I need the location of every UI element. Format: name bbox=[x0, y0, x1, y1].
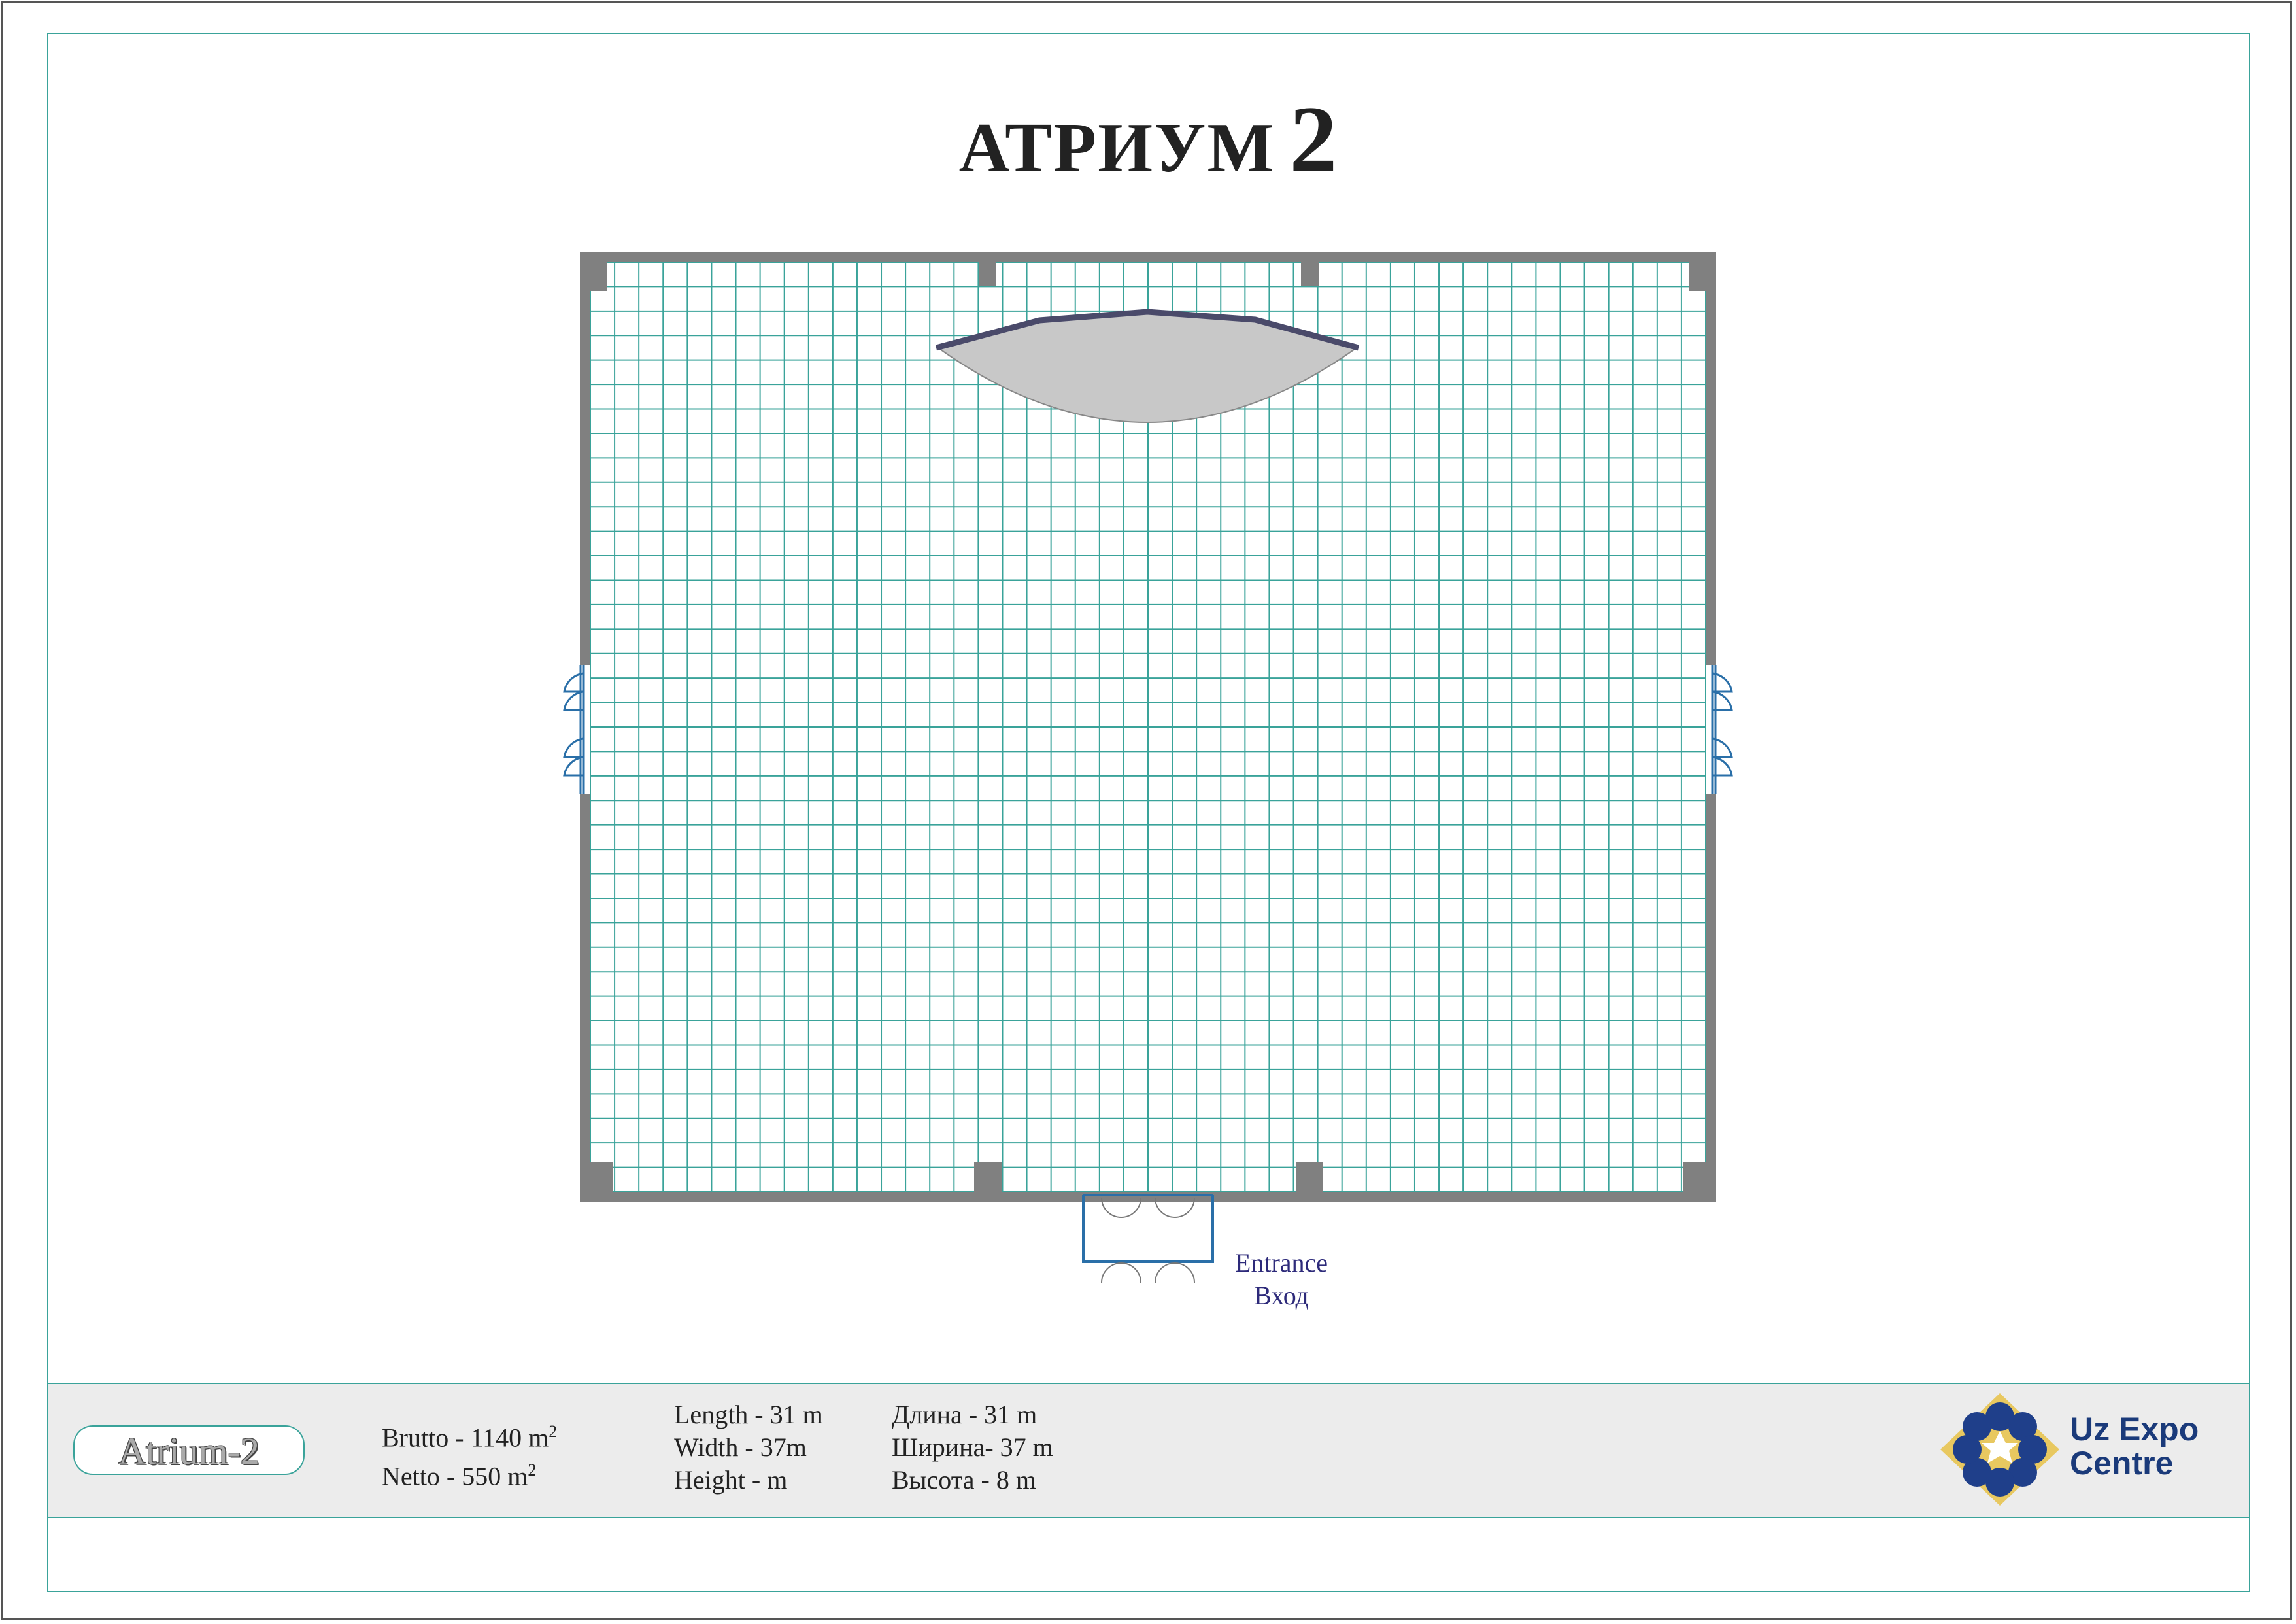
entrance-door bbox=[1082, 1194, 1214, 1283]
wall-bottom bbox=[580, 1192, 1716, 1202]
wall-left-upper bbox=[580, 252, 590, 665]
entrance-label-en: Entrance bbox=[1234, 1248, 1328, 1277]
height-en: Height - m bbox=[674, 1465, 788, 1495]
brutto-area: Brutto - 1140 m2 bbox=[382, 1422, 558, 1453]
logo-text: Uz Expo Centre bbox=[2070, 1412, 2199, 1480]
netto-area: Netto - 550 m2 bbox=[382, 1461, 537, 1491]
column bbox=[580, 1162, 613, 1202]
logo-line1: Uz Expo bbox=[2070, 1411, 2199, 1447]
entrance-label: Entrance Вход bbox=[1223, 1247, 1340, 1312]
column bbox=[1683, 1162, 1716, 1202]
wall-left-lower bbox=[580, 794, 590, 1202]
stage bbox=[935, 309, 1360, 423]
width-en: Width - 37m bbox=[674, 1432, 807, 1462]
height-ru: Высота - 8 m bbox=[892, 1465, 1036, 1495]
length-en: Length - 31 m bbox=[674, 1400, 823, 1429]
width-ru: Ширина- 37 m bbox=[892, 1432, 1053, 1462]
dimensions-en: Length - 31 m Width - 37m Height - m bbox=[674, 1398, 823, 1497]
info-bar: Atrium-2 Brutto - 1140 m2 Netto - 550 m2… bbox=[48, 1383, 2249, 1518]
hall-name-badge: Atrium-2 bbox=[73, 1425, 305, 1475]
wall-right-upper bbox=[1706, 252, 1716, 665]
logo-line2: Centre bbox=[2070, 1445, 2174, 1481]
area-info: Brutto - 1140 m2 Netto - 550 m2 bbox=[382, 1415, 557, 1493]
wall-right-lower bbox=[1706, 794, 1716, 1202]
right-door bbox=[1711, 665, 1733, 794]
length-ru: Длина - 31 m bbox=[892, 1400, 1038, 1429]
wall-top bbox=[580, 252, 1716, 262]
column bbox=[1296, 1162, 1323, 1202]
column bbox=[1301, 252, 1319, 286]
column bbox=[1689, 252, 1716, 291]
dimensions-ru: Длина - 31 m Ширина- 37 m Высота - 8 m bbox=[892, 1398, 1053, 1497]
column bbox=[979, 252, 996, 286]
logo-mark-icon bbox=[1940, 1393, 2059, 1506]
entrance-label-ru: Вход bbox=[1254, 1281, 1309, 1310]
column bbox=[580, 252, 607, 291]
left-door bbox=[563, 665, 585, 794]
column bbox=[974, 1162, 1002, 1202]
floor-plan bbox=[563, 252, 1733, 1283]
